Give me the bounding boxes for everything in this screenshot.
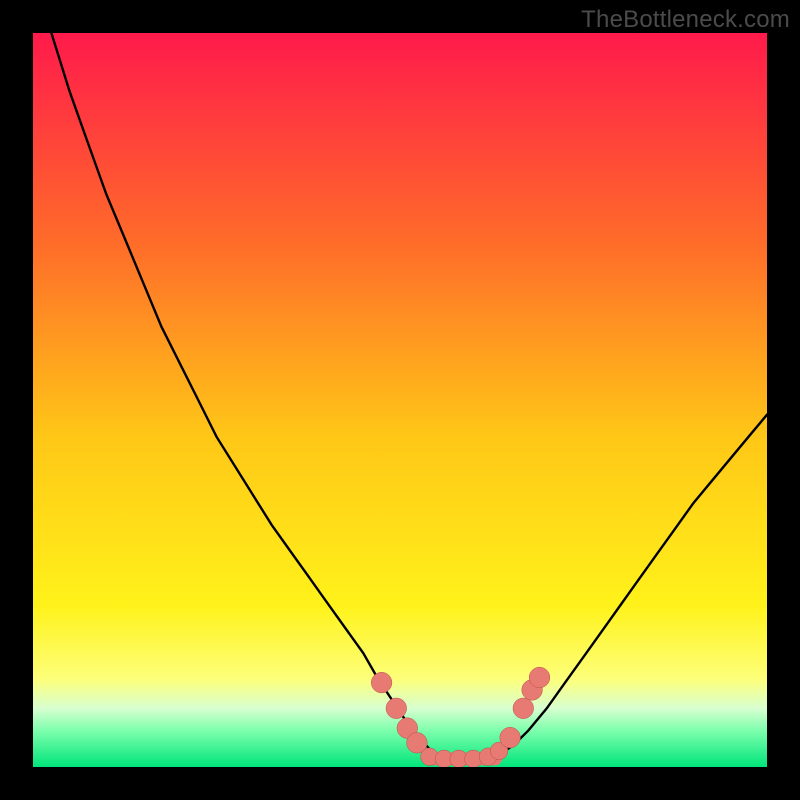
gradient-background xyxy=(33,33,767,767)
data-marker xyxy=(513,698,534,719)
data-marker xyxy=(529,667,550,688)
plot-area xyxy=(33,33,767,767)
data-marker xyxy=(500,727,521,748)
chart-frame: TheBottleneck.com xyxy=(0,0,800,800)
data-marker xyxy=(386,698,407,719)
bottleneck-chart xyxy=(33,33,767,767)
watermark-text: TheBottleneck.com xyxy=(581,6,790,34)
data-marker xyxy=(371,672,392,693)
